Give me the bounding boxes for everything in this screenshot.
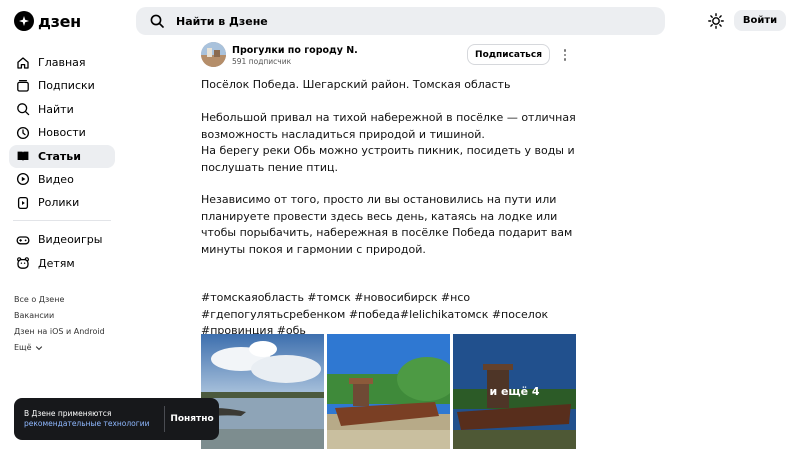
footer-link-about[interactable]: Все о Дзене <box>14 292 105 308</box>
sidebar-item-label: Видео <box>38 172 74 186</box>
gallery-photo[interactable] <box>201 334 324 449</box>
footer-link-jobs[interactable]: Вакансии <box>14 308 105 324</box>
search-bar[interactable]: Найти в Дзене <box>136 7 665 35</box>
footer-link-more-label: Ещё <box>14 343 32 352</box>
sidebar-nav: Главная Подписки Найти Новости Статьи Ви… <box>9 51 115 275</box>
article-paragraph: Небольшой привал на тихой набережной в п… <box>201 111 576 141</box>
gallery-photo-more[interactable]: и ещё 4 <box>453 334 576 449</box>
author-name[interactable]: Прогулки по городу N. <box>232 45 358 56</box>
cookie-accept-button[interactable]: Понятно <box>165 414 219 424</box>
login-button[interactable]: Войти <box>734 10 786 31</box>
sidebar-item-articles[interactable]: Статьи <box>9 144 115 168</box>
sidebar-item-label: Детям <box>38 256 75 270</box>
logo-text: дзен <box>38 11 81 31</box>
sidebar-item-label: Найти <box>38 102 74 116</box>
video-icon <box>16 173 30 186</box>
sidebar-item-subscriptions[interactable]: Подписки <box>9 74 115 97</box>
more-photos-label: и ещё 4 <box>453 334 576 449</box>
search-icon <box>150 14 164 28</box>
more-options-icon[interactable] <box>560 47 570 63</box>
sidebar-footer: Все о Дзене Вакансии Дзен на iOS и Andro… <box>14 292 105 356</box>
sidebar-item-search[interactable]: Найти <box>9 98 115 121</box>
news-icon <box>16 126 30 139</box>
footer-link-more[interactable]: Ещё <box>14 340 105 356</box>
subscriptions-icon <box>17 79 29 92</box>
footer-link-apps[interactable]: Дзен на iOS и Android <box>14 324 105 340</box>
sidebar-item-label: Подписки <box>38 79 95 93</box>
sidebar-item-clips[interactable]: Ролики <box>9 191 115 214</box>
sidebar-item-video[interactable]: Видео <box>9 168 115 191</box>
articles-icon <box>17 151 29 162</box>
article-paragraph: Независимо от того, просто ли вы останов… <box>201 193 573 256</box>
sidebar-item-label: Новости <box>38 126 86 140</box>
gallery-photo[interactable] <box>327 334 450 449</box>
dzen-logo-icon <box>14 11 34 31</box>
search-input[interactable]: Найти в Дзене <box>176 15 268 28</box>
sidebar-item-home[interactable]: Главная <box>9 51 115 74</box>
sidebar-item-news[interactable]: Новости <box>9 121 115 144</box>
home-icon <box>17 56 29 69</box>
theme-toggle-icon[interactable] <box>706 11 726 31</box>
article-hashtags[interactable]: #томскаяобласть #томск #новосибирск #нсо… <box>201 290 581 340</box>
search-icon <box>17 103 30 116</box>
clips-icon <box>17 196 29 209</box>
dzen-logo[interactable]: дзен <box>14 10 81 32</box>
photo-gallery: и ещё 4 <box>201 334 576 449</box>
cookie-link[interactable]: рекомендательные технологии <box>24 419 164 429</box>
sidebar-divider <box>13 220 111 222</box>
sidebar-item-label: Ролики <box>38 196 80 210</box>
cookie-text: В Дзене применяются рекомендательные тех… <box>14 409 164 429</box>
cookie-message: В Дзене применяются <box>24 409 112 418</box>
author-avatar[interactable] <box>201 42 226 67</box>
cookie-banner: В Дзене применяются рекомендательные тех… <box>14 398 219 440</box>
gamepad-icon <box>16 236 30 245</box>
chevron-down-icon <box>35 346 42 351</box>
sidebar-item-videogames[interactable]: Видеоигры <box>9 228 115 251</box>
sidebar-item-label: Главная <box>38 56 86 69</box>
subscribe-button[interactable]: Подписаться <box>467 44 550 65</box>
sidebar-item-label: Видеоигры <box>38 233 103 247</box>
sidebar-item-label: Статьи <box>38 149 81 163</box>
kids-icon <box>17 257 29 270</box>
article-paragraph: Посёлок Победа. Шегарский район. Томская… <box>201 78 511 91</box>
author-subscribers: 591 подписчик <box>232 57 292 66</box>
article-paragraph: На берегу реки Обь можно устроить пикник… <box>201 144 575 174</box>
sidebar-item-kids[interactable]: Детям <box>9 252 115 275</box>
